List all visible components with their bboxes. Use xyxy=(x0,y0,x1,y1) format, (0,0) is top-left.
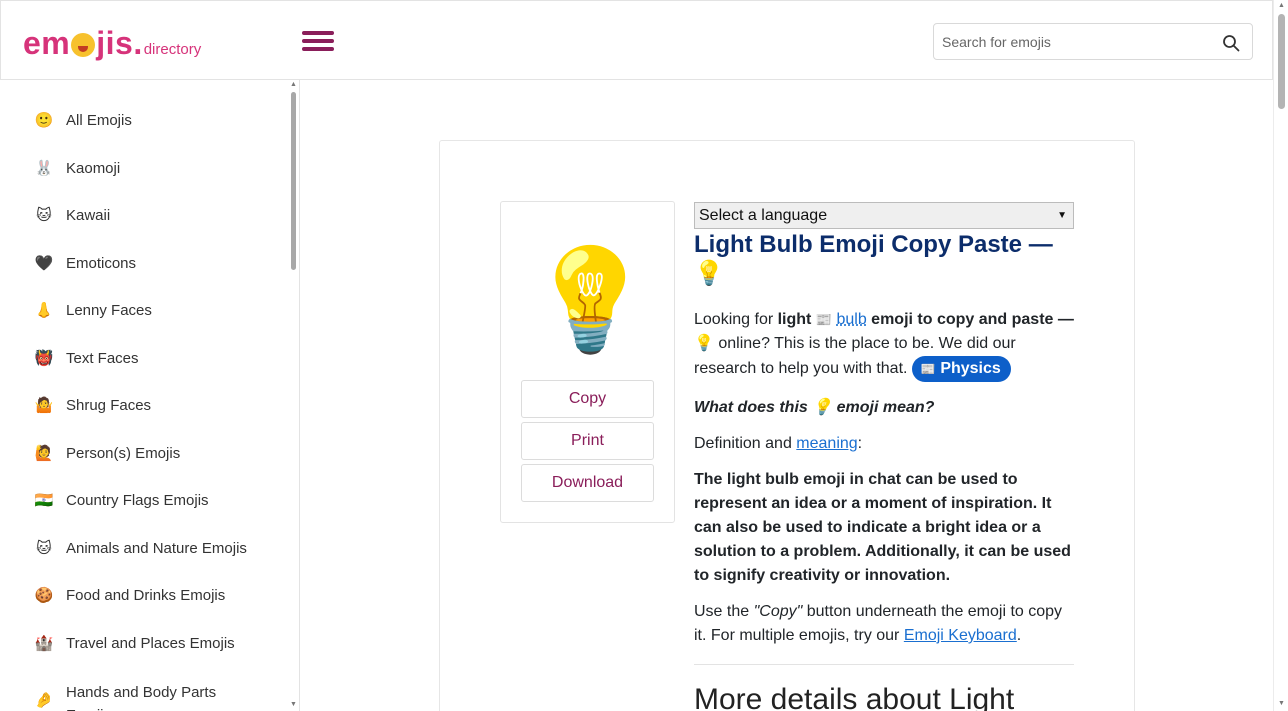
intro-paragraph: Looking for light 📰 bulb emoji to copy a… xyxy=(694,308,1074,382)
question-text-2: emoji mean? xyxy=(832,399,935,416)
india-flag-icon: 🇮🇳 xyxy=(34,492,54,509)
sidebar-nav: 🙂 All Emojis 🐰 Kaomoji 🐱 Kawaii 🖤 Emotic… xyxy=(0,80,300,711)
site-header: em jis. directory xyxy=(0,0,1273,80)
sidebar-item-kaomoji[interactable]: 🐰 Kaomoji xyxy=(34,159,121,178)
intro-keyword-2: emoji to copy and paste — xyxy=(866,311,1074,328)
hamburger-menu-icon[interactable] xyxy=(302,31,334,53)
sidebar-item-label: All Emojis xyxy=(66,111,132,129)
sidebar-item-label: Person(s) Emojis xyxy=(66,444,181,462)
light-bulb-inline-icon: 💡 xyxy=(812,399,833,416)
copy-button[interactable]: Copy xyxy=(521,380,654,418)
definition-line: Definition and meaning: xyxy=(694,432,1074,456)
print-button[interactable]: Print xyxy=(521,422,654,460)
pinched-fingers-icon: 🤌 xyxy=(34,692,54,709)
logo-face-icon xyxy=(71,33,96,57)
shrug-icon: 🤷 xyxy=(34,397,54,414)
sidebar-item-label: Animals and Nature Emojis xyxy=(66,539,247,557)
physics-tag-label: Physics xyxy=(940,360,1001,377)
chevron-down-icon: ▼ xyxy=(1057,210,1067,221)
search-input[interactable] xyxy=(934,24,1204,59)
light-bulb-emoji-icon: 💡 xyxy=(528,244,653,356)
newspaper-icon: 📰 xyxy=(815,312,833,327)
black-heart-icon: 🖤 xyxy=(34,255,54,272)
page-scroll-thumb[interactable] xyxy=(1278,14,1285,109)
scroll-down-arrow-icon[interactable]: ▼ xyxy=(290,701,297,708)
sidebar-item-label: Kaomoji xyxy=(66,159,121,177)
sidebar-item-label: Hands and Body Parts Emojis xyxy=(66,684,217,711)
rabbit-icon: 🐰 xyxy=(34,160,54,177)
meaning-question: What does this 💡 emoji mean? xyxy=(694,396,1074,420)
language-select-value: Select a language xyxy=(699,206,828,224)
sidebar-item-label: Text Faces xyxy=(66,349,139,367)
bulb-link[interactable]: bulb xyxy=(836,311,866,328)
definition-prefix: Definition and xyxy=(694,435,797,452)
scroll-down-arrow-icon[interactable]: ▼ xyxy=(1278,700,1285,707)
sidebar-item-label: Kawaii xyxy=(66,206,111,224)
usage-text-3: . xyxy=(1016,627,1022,644)
intro-text: Looking for xyxy=(694,311,778,328)
meaning-link[interactable]: meaning xyxy=(796,435,857,452)
sidebar-item-label: Travel and Places Emojis xyxy=(66,634,235,652)
sidebar-item-text-faces[interactable]: 👹 Text Faces xyxy=(34,349,139,368)
light-bulb-inline-icon: 💡 xyxy=(694,335,714,352)
sidebar-scrollbar[interactable]: ▲ ▼ xyxy=(288,80,299,711)
logo-text-end: jis. xyxy=(96,25,143,61)
sidebar-item-label: Shrug Faces xyxy=(66,396,152,414)
sidebar-item-travel-places[interactable]: 🏰 Travel and Places Emojis xyxy=(34,634,235,653)
sidebar-scroll-thumb[interactable] xyxy=(291,92,296,270)
site-logo[interactable]: em jis. directory xyxy=(23,23,201,63)
sidebar-item-food-drinks[interactable]: 🍪 Food and Drinks Emojis xyxy=(34,586,226,605)
page-scrollbar[interactable]: ▲ ▼ xyxy=(1273,0,1288,711)
sidebar-item-animals-nature[interactable]: 🐱 Animals and Nature Emojis xyxy=(34,539,247,558)
sidebar-item-emoticons[interactable]: 🖤 Emoticons xyxy=(34,254,137,273)
cat-face-icon: 🐱 xyxy=(36,540,52,557)
sidebar-item-all-emojis[interactable]: 🙂 All Emojis xyxy=(34,111,132,130)
sidebar-item-kawaii[interactable]: 🐱 Kawaii xyxy=(34,206,111,225)
scroll-up-arrow-icon[interactable]: ▲ xyxy=(1278,2,1285,9)
sidebar-item-hands-body[interactable]: 🤌 Hands and Body Parts Emojis xyxy=(34,681,236,711)
usage-paragraph: Use the "Copy" button underneath the emo… xyxy=(694,600,1074,648)
sidebar-item-label: Emoticons xyxy=(66,254,137,272)
question-text: What does this xyxy=(694,399,813,416)
physics-tag[interactable]: 📰 Physics xyxy=(911,356,1011,382)
sidebar-item-persons-emojis[interactable]: 🙋 Person(s) Emojis xyxy=(34,444,181,463)
meaning-paragraph: The light bulb emoji in chat can be used… xyxy=(694,471,1071,584)
sidebar-item-country-flags[interactable]: 🇮🇳 Country Flags Emojis xyxy=(34,491,209,510)
usage-text: Use the xyxy=(694,603,754,620)
language-select[interactable]: Select a language ▼ xyxy=(694,202,1074,229)
intro-keyword: light xyxy=(777,311,812,328)
logo-text-start: em xyxy=(23,25,71,61)
newspaper-icon: 📰 xyxy=(920,362,936,376)
castle-icon: 🏰 xyxy=(34,635,54,652)
person-raising-hand-icon: 🙋 xyxy=(34,445,54,462)
download-button[interactable]: Download xyxy=(521,464,654,502)
sidebar-item-lenny-faces[interactable]: 👃 Lenny Faces xyxy=(34,301,152,320)
section-divider xyxy=(694,664,1074,665)
sidebar-item-label: Country Flags Emojis xyxy=(66,491,209,509)
nose-icon: 👃 xyxy=(34,302,54,319)
sidebar-item-shrug-faces[interactable]: 🤷 Shrug Faces xyxy=(34,396,152,415)
logo-subtext: directory xyxy=(143,41,202,58)
emoji-keyboard-link[interactable]: Emoji Keyboard xyxy=(904,627,1017,644)
usage-copy-quote: "Copy" xyxy=(753,603,803,620)
smiley-icon: 🙂 xyxy=(34,112,54,129)
more-details-heading: More details about Light xyxy=(694,683,1015,711)
sidebar-item-label: Lenny Faces xyxy=(66,301,152,319)
definition-suffix: : xyxy=(857,435,863,452)
search-icon[interactable] xyxy=(1222,34,1240,52)
cookie-icon: 🍪 xyxy=(34,587,54,604)
ogre-icon: 👹 xyxy=(34,350,54,367)
scroll-up-arrow-icon[interactable]: ▲ xyxy=(290,81,297,88)
page-title: Light Bulb Emoji Copy Paste — 💡 xyxy=(694,231,1053,287)
search-box xyxy=(933,23,1253,60)
cat-icon: 🐱 xyxy=(36,207,52,224)
sidebar-item-label: Food and Drinks Emojis xyxy=(66,586,226,604)
